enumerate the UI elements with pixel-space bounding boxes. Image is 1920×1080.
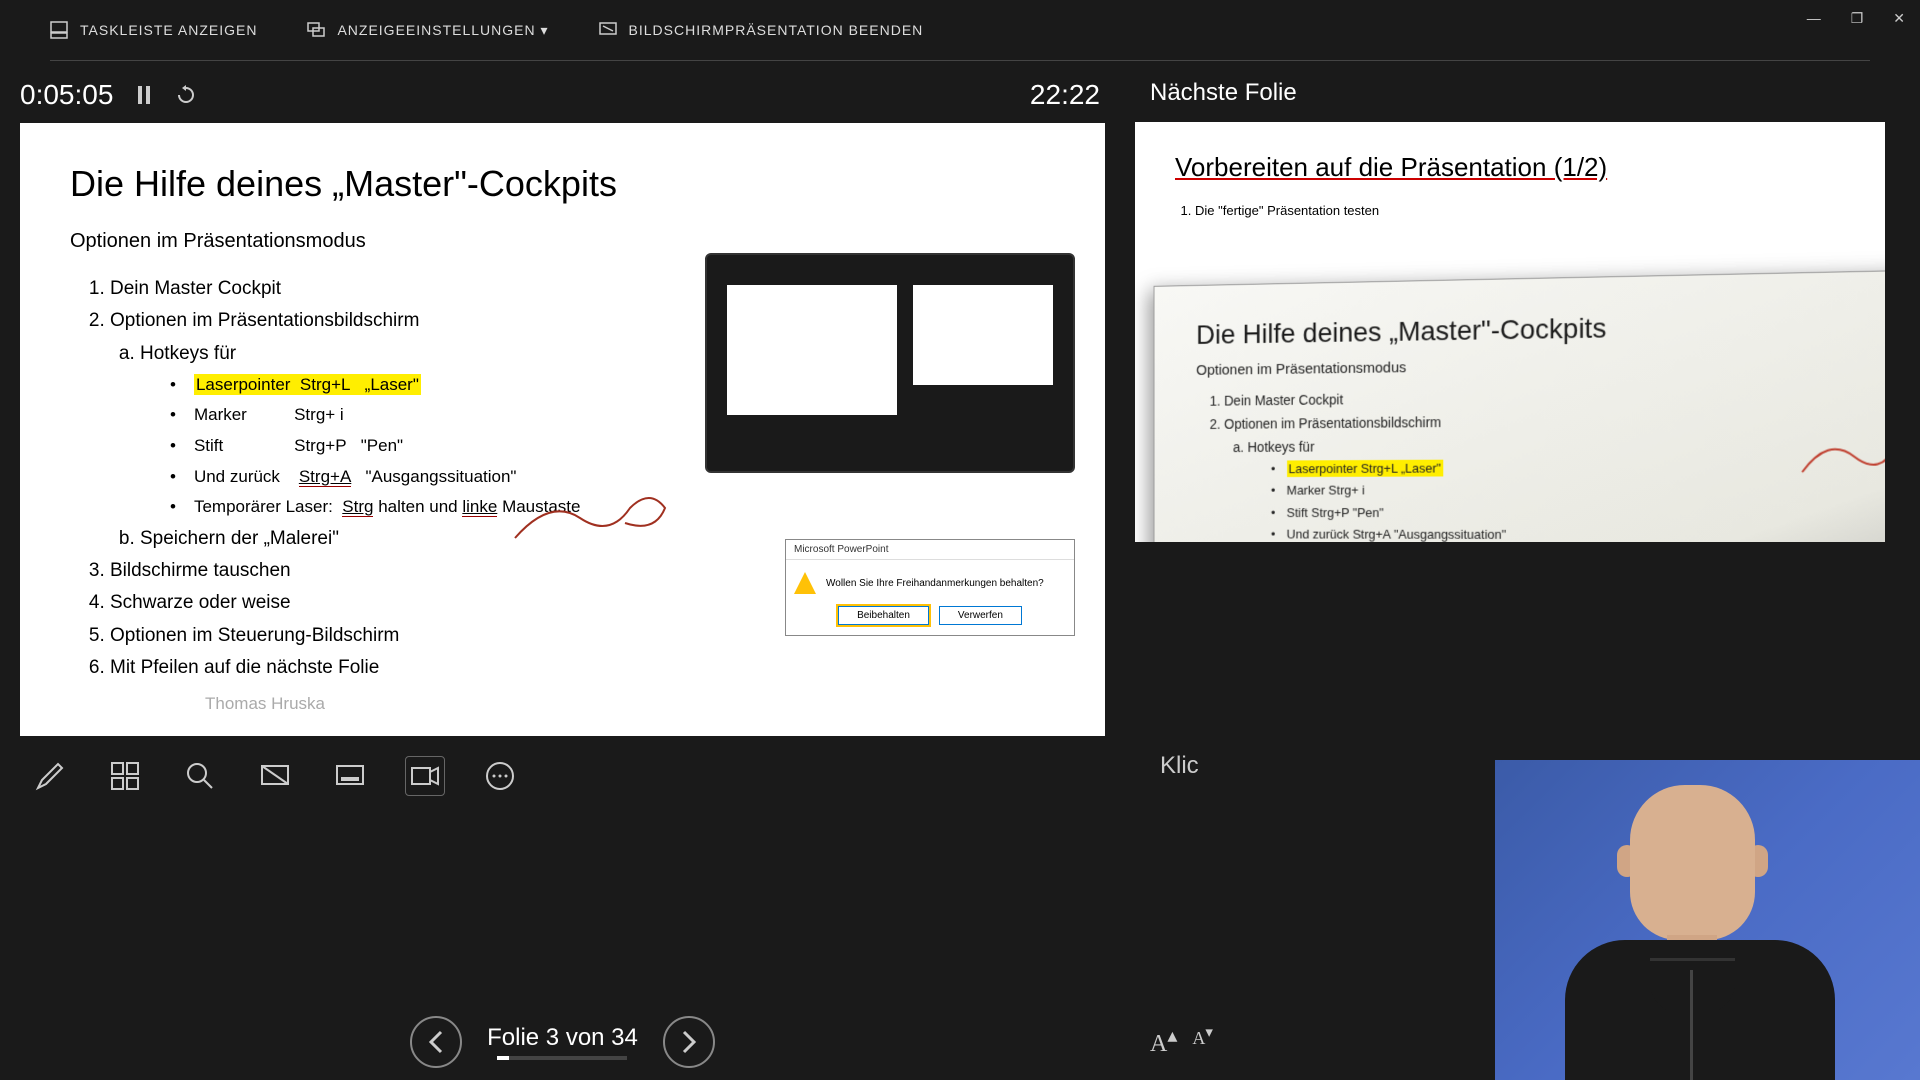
slide-nav: Folie 3 von 34 xyxy=(20,1016,1105,1068)
display-label: ANZEIGEEINSTELLUNGEN ▾ xyxy=(337,22,548,39)
powerpoint-dialog: Microsoft PowerPoint Wollen Sie Ihre Fre… xyxy=(785,539,1075,636)
dialog-message: Wollen Sie Ihre Freihandanmerkungen beha… xyxy=(826,578,1044,589)
keep-button[interactable]: Beibehalten xyxy=(838,606,929,625)
progress-bar xyxy=(497,1056,627,1060)
display-icon xyxy=(307,21,325,39)
topbar-divider xyxy=(50,60,1870,61)
list-item: Marker Strg+ i xyxy=(1271,478,1885,502)
slide-subtitle: Optionen im Präsentationsmodus xyxy=(70,230,1055,253)
notes-area: Klic xyxy=(1160,752,1199,780)
next-slide-preview[interactable]: Vorbereiten auf die Präsentation (1/2) D… xyxy=(1135,122,1885,542)
pause-button[interactable] xyxy=(133,84,155,106)
prev-slide-button[interactable] xyxy=(410,1016,462,1068)
restart-button[interactable] xyxy=(175,84,197,106)
current-slide[interactable]: Die Hilfe deines „Master"-Cockpits Optio… xyxy=(20,123,1105,736)
embedded-screenshot xyxy=(705,253,1075,473)
next-slide-title: Vorbereiten auf die Präsentation (1/2) xyxy=(1175,152,1845,183)
font-decrease-button[interactable]: A▾ xyxy=(1192,1023,1213,1058)
minimize-button[interactable]: — xyxy=(1807,10,1821,27)
zoom-tool[interactable] xyxy=(180,756,220,796)
taskbar-icon xyxy=(50,21,68,39)
taskbar-label: TASKLEISTE ANZEIGEN xyxy=(80,22,257,38)
elapsed-timer: 0:05:05 xyxy=(20,79,113,111)
next-slide-button[interactable] xyxy=(663,1016,715,1068)
end-label: BILDSCHIRMPRÄSENTATION BEENDEN xyxy=(629,22,924,38)
pen-annotation xyxy=(1797,431,1885,478)
pen-annotation xyxy=(510,488,670,548)
see-all-slides-tool[interactable] xyxy=(105,756,145,796)
topbar: TASKLEISTE ANZEIGEN ANZEIGEEINSTELLUNGEN… xyxy=(0,0,1920,60)
camera-tool[interactable] xyxy=(405,756,445,796)
dialog-title: Microsoft PowerPoint xyxy=(786,540,1074,560)
more-tools[interactable] xyxy=(480,756,520,796)
list-item: Die "fertige" Präsentation testen xyxy=(1195,203,1845,218)
font-size-controls: A▴ A▾ xyxy=(1150,1023,1213,1058)
subtitle-tool[interactable] xyxy=(330,756,370,796)
warning-icon xyxy=(794,572,816,594)
display-settings-button[interactable]: ANZEIGEEINSTELLUNGEN ▾ xyxy=(307,21,548,39)
slide-counter: Folie 3 von 34 xyxy=(487,1024,638,1052)
photo-subtitle: Optionen im Präsentationsmodus xyxy=(1196,351,1885,378)
pen-tool[interactable] xyxy=(30,756,70,796)
list-item: Laserpointer Strg+L „Laser" xyxy=(1271,455,1885,480)
end-slideshow-button[interactable]: BILDSCHIRMPRÄSENTATION BEENDEN xyxy=(599,21,924,39)
list-item: Optionen im Präsentationsbildschirm Hotk… xyxy=(1224,406,1885,542)
list-item: Hotkeys für Laserpointer Strg+L „Laser" … xyxy=(1248,431,1885,542)
font-increase-button[interactable]: A▴ xyxy=(1150,1023,1177,1058)
show-taskbar-button[interactable]: TASKLEISTE ANZEIGEN xyxy=(50,21,257,39)
notes-label: Klic xyxy=(1160,752,1199,780)
end-icon xyxy=(599,21,617,39)
blackout-tool[interactable] xyxy=(255,756,295,796)
list-item: Und zurück Strg+A "Ausgangssituation" xyxy=(1271,523,1885,542)
timer-row: 0:05:05 22:22 xyxy=(20,71,1105,123)
next-slide-header: Nächste Folie xyxy=(1135,71,1900,122)
maximize-button[interactable]: ❐ xyxy=(1851,10,1864,27)
list-item: Mit Pfeilen auf die nächste Folie xyxy=(110,652,1055,684)
slide-footer: Thomas Hruska xyxy=(205,694,325,714)
photo-title: Die Hilfe deines „Master"-Cockpits xyxy=(1196,306,1885,351)
presenter-camera xyxy=(1495,760,1920,1080)
window-controls: — ❐ ✕ xyxy=(1807,10,1905,27)
current-time: 22:22 xyxy=(1030,79,1105,111)
presenter-tools xyxy=(20,736,1105,816)
photo-overlay: Die Hilfe deines „Master"-Cockpits Optio… xyxy=(1154,267,1885,542)
close-button[interactable]: ✕ xyxy=(1893,10,1905,27)
slide-title: Die Hilfe deines „Master"-Cockpits xyxy=(70,163,1055,205)
discard-button[interactable]: Verwerfen xyxy=(939,606,1022,625)
list-item: Stift Strg+P "Pen" xyxy=(1271,501,1885,524)
